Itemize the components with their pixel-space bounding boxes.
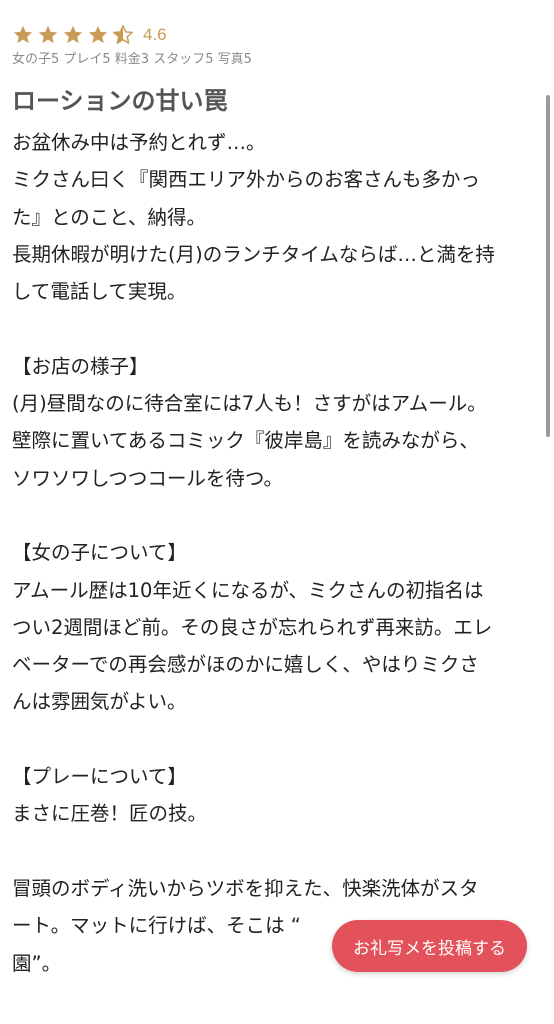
review-line: (月)昼間なのに待合室には7人も！さすがはアムール。 — [12, 392, 487, 416]
review-line: つい2週間ほど前。その良さが忘れられず再来訪。エレ — [12, 615, 493, 639]
review-card: 4.6 女の子5 プレイ5 料金3 スタッフ5 写真5 ローションの甘い罠 お盆… — [12, 22, 540, 982]
star-full-icon — [87, 24, 109, 46]
review-line: ソワソワしつつコールを待つ。 — [12, 466, 284, 490]
star-rating — [12, 24, 137, 46]
star-full-icon — [62, 24, 84, 46]
review-blank-line — [12, 310, 540, 347]
review-line: ベーターでの再会感がほのかに嬉しく、やはりミクさ — [12, 653, 479, 677]
section-heading-play: 【プレーについて】 — [12, 765, 187, 789]
review-blank-line — [12, 721, 540, 758]
review-line: アムール歴は10年近くになるが、ミクさんの初指名は — [12, 578, 484, 602]
category-scores: 女の子5 プレイ5 料金3 スタッフ5 写真5 — [12, 52, 252, 67]
rating-value: 4.6 — [143, 25, 167, 44]
section-heading-shop: 【お店の様子】 — [12, 354, 149, 378]
star-half-icon — [112, 24, 134, 46]
review-line: んは雰囲気がよい。 — [12, 690, 187, 714]
section-heading-girl: 【女の子について】 — [12, 541, 187, 565]
star-full-icon — [37, 24, 59, 46]
review-blank-line — [12, 497, 540, 534]
review-line: ミクさん曰く『関西エリア外からのお客さんも多かっ — [12, 168, 481, 192]
review-line: 冒頭のボディ洗いからツボを抑えた、快楽洗体がスタ — [12, 876, 479, 900]
review-title: ローションの甘い罠 — [12, 87, 228, 115]
review-line: して電話して実現。 — [12, 280, 187, 304]
review-blank-line — [12, 833, 540, 870]
rating-row: 4.6 — [12, 22, 540, 48]
post-thanks-photo-button[interactable]: お礼写メを投稿する — [332, 920, 527, 972]
scrollbar[interactable] — [546, 95, 550, 437]
review-line: た』とのこと、納得。 — [12, 205, 207, 229]
review-line: 長期休暇が明けた(月)のランチタイムならば…と満を持 — [12, 242, 495, 266]
review-line: まさに圧巻！匠の技。 — [12, 802, 208, 826]
review-line: お盆休み中は予約とれず…。 — [12, 131, 266, 154]
review-line: 壁際に置いてあるコミック『彼岸島』を読みながら、 — [12, 429, 479, 453]
star-full-icon — [12, 24, 34, 46]
review-body: お盆休み中は予約とれず…。 ミクさん曰く『関西エリア外からのお客さんも多かっ た… — [12, 124, 540, 982]
